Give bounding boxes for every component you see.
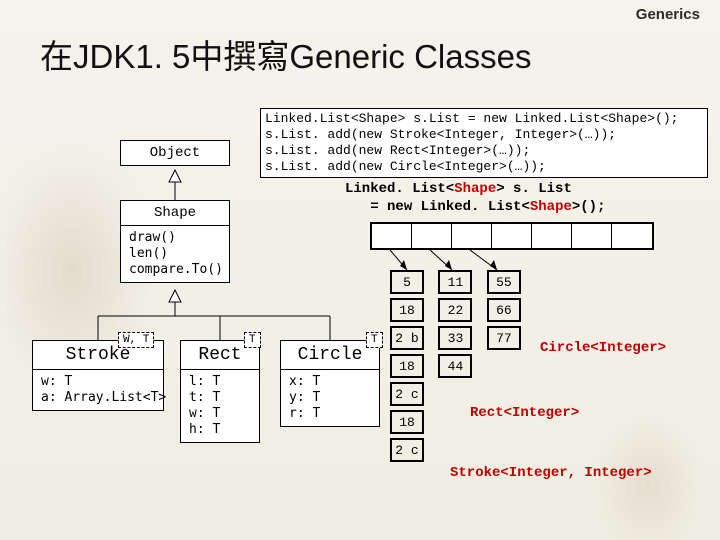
grid-cell: 18 [390, 354, 424, 378]
uml-rect: Rect l: T t: T w: T h: T [180, 340, 260, 443]
label-circle-integer: Circle<Integer> [540, 340, 666, 356]
grid-cell: 66 [487, 298, 521, 322]
grid-col: 55 66 77 [487, 270, 521, 354]
slot-cell [492, 224, 532, 248]
grid-cell: 2 c [390, 438, 424, 462]
slot-cell [572, 224, 612, 248]
uml-circle-name: Circle [281, 341, 379, 369]
uml-shape-name: Shape [121, 201, 229, 225]
uml-circle: Circle x: T y: T r: T [280, 340, 380, 427]
grid-cell: 18 [390, 298, 424, 322]
grid-col: 5 18 2 b 18 2 c 18 2 c [390, 270, 424, 466]
linked-list-decl: Linked. List<Shape> s. List = new Linked… [345, 180, 605, 216]
grid-cell: 11 [438, 270, 472, 294]
data-grid: 5 18 2 b 18 2 c 18 2 c 11 22 33 44 55 66… [390, 270, 531, 466]
slide-title: 在JDK1. 5中撰寫Generic Classes [40, 30, 531, 78]
list-slots [370, 222, 654, 250]
uml-circle-param: T [366, 332, 383, 348]
grid-cell: 18 [390, 410, 424, 434]
uml-object: Object [120, 140, 230, 166]
label-stroke-integer: Stroke<Integer, Integer> [450, 465, 652, 481]
uml-shape-methods: draw() len() compare.To() [121, 226, 229, 282]
code-sample: Linked.List<Shape> s.List = new Linked.L… [260, 108, 708, 178]
uml-stroke-param: W, T [118, 332, 154, 348]
grid-cell: 33 [438, 326, 472, 350]
grid-cell: 22 [438, 298, 472, 322]
slot-cell [372, 224, 412, 248]
ld-part: >(); [572, 199, 606, 215]
ld-generic: Shape [530, 199, 572, 215]
topic-label: Generics [636, 6, 700, 23]
ld-generic: Shape [454, 181, 496, 197]
slot-cell [412, 224, 452, 248]
uml-rect-members: l: T t: T w: T h: T [181, 370, 259, 442]
ld-part: = new Linked. List< [370, 199, 530, 215]
grid-cell: 77 [487, 326, 521, 350]
grid-cell: 2 b [390, 326, 424, 350]
label-rect-integer: Rect<Integer> [470, 405, 579, 421]
slot-cell [452, 224, 492, 248]
ld-part: Linked. List< [345, 181, 454, 197]
uml-rect-param: T [244, 332, 261, 348]
slot-cell [532, 224, 572, 248]
slot-cell [612, 224, 652, 248]
grid-cell: 44 [438, 354, 472, 378]
grid-cell: 55 [487, 270, 521, 294]
uml-circle-members: x: T y: T r: T [281, 370, 379, 426]
ld-part: > s. List [496, 181, 572, 197]
uml-shape: Shape draw() len() compare.To() [120, 200, 230, 283]
uml-stroke-members: w: T a: Array.List<T> [33, 370, 163, 410]
uml-object-name: Object [121, 141, 229, 165]
grid-cell: 5 [390, 270, 424, 294]
grid-col: 11 22 33 44 [438, 270, 472, 382]
grid-cell: 2 c [390, 382, 424, 406]
uml-stroke: Stroke w: T a: Array.List<T> [32, 340, 164, 411]
